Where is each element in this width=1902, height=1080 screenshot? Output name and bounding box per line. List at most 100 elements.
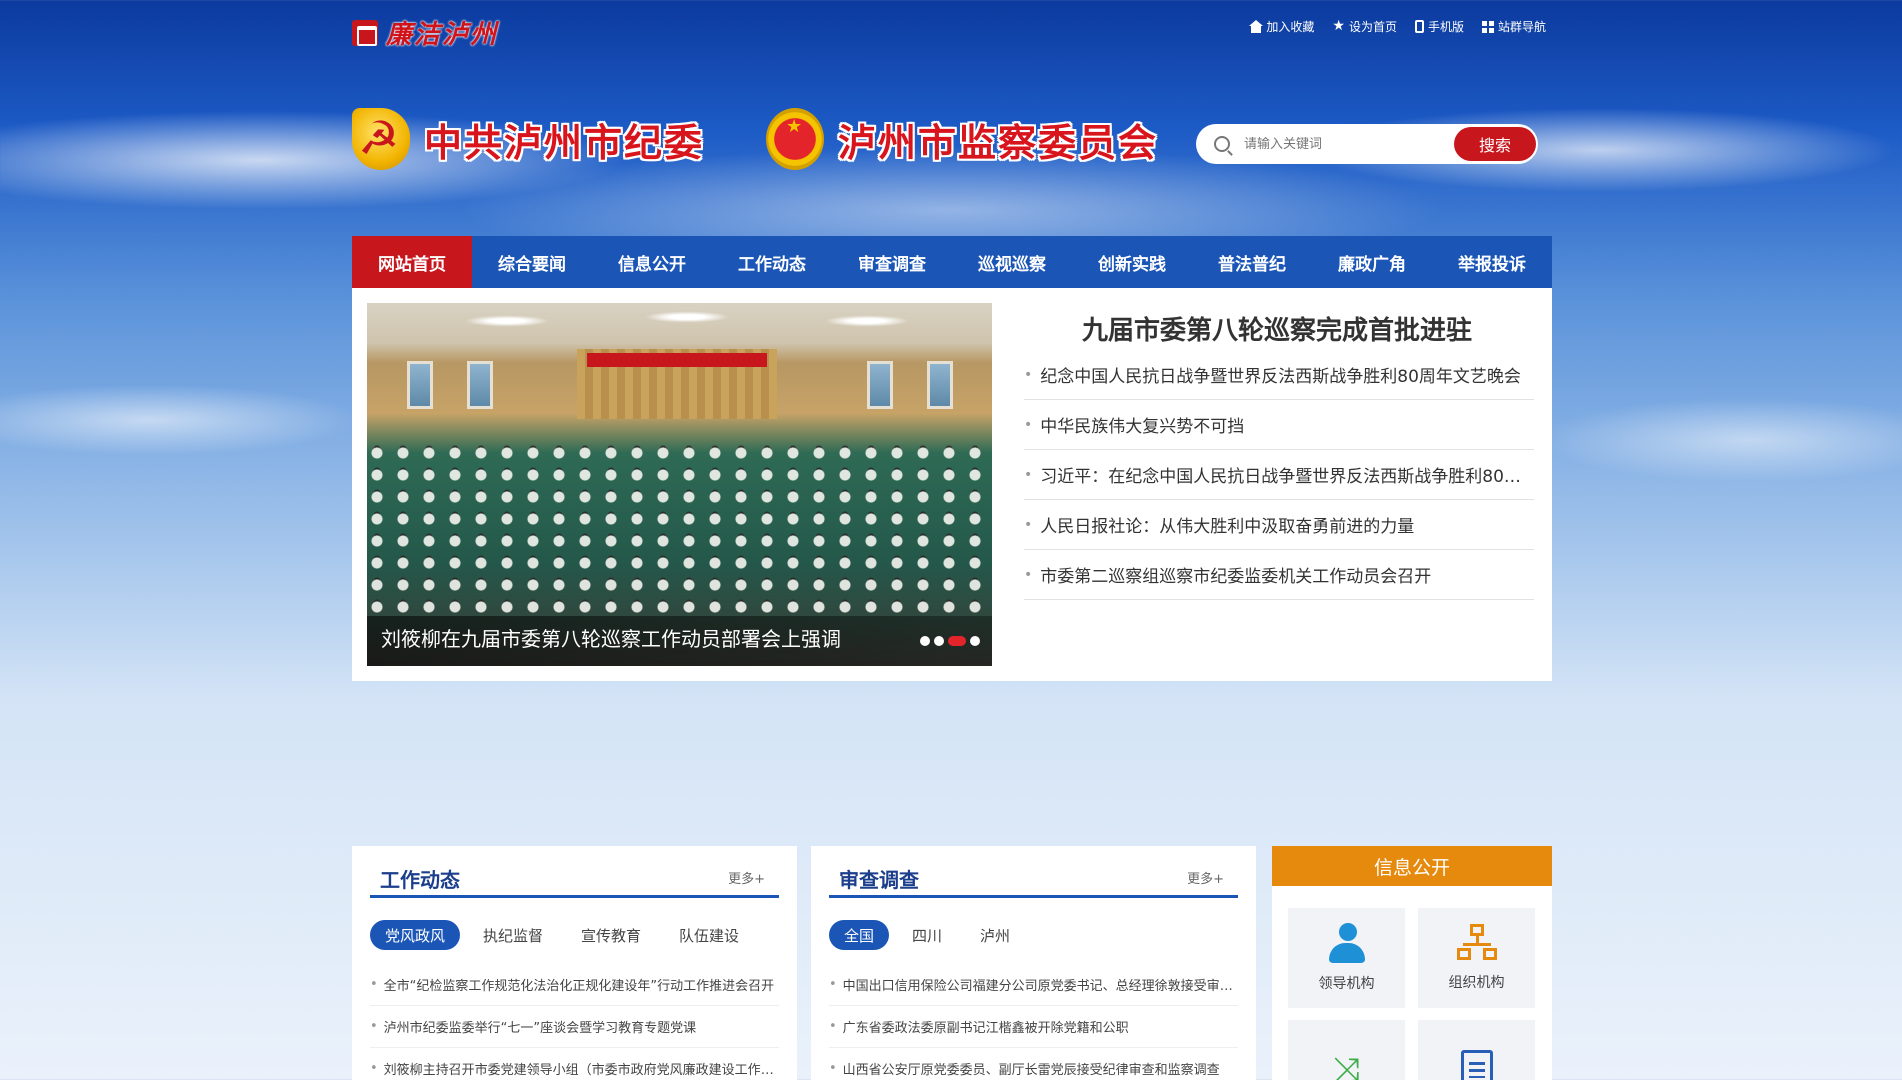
set-homepage-link[interactable]: ★ 设为首页	[1332, 18, 1397, 35]
add-favorite-link[interactable]: 加入收藏	[1249, 18, 1314, 35]
panel-header: 审查调查 更多+	[829, 862, 1238, 898]
bullet: •	[829, 977, 837, 992]
tile-shuffle[interactable]: ⤨	[1288, 1020, 1405, 1080]
tile-leadership[interactable]: 领导机构	[1288, 908, 1405, 1008]
slide-caption[interactable]: 刘筱柳在九届市委第八轮巡察工作动员部署会上强调	[381, 623, 891, 652]
tab-discipline-supervision[interactable]: 执纪监督	[468, 920, 558, 950]
nav-item-info-disclosure[interactable]: 信息公开	[592, 236, 712, 288]
info-disclosure-panel: 信息公开 领导机构 组织机构 ⤨	[1272, 846, 1552, 1080]
search-box: 搜索	[1196, 124, 1538, 164]
logo-mark-icon	[352, 19, 378, 46]
panel-header: 工作动态 更多+	[370, 862, 779, 898]
top-link-label: 设为首页	[1348, 20, 1397, 34]
meeting-crowd-image	[367, 443, 992, 613]
info-panel-title: 信息公开	[1272, 846, 1552, 886]
nav-item-innovation[interactable]: 创新实践	[1072, 236, 1192, 288]
news-item[interactable]: • 纪念中国人民抗日战争暨世界反法西斯战争胜利80周年文艺晚会	[1024, 350, 1534, 400]
home-icon	[1249, 20, 1264, 33]
panel-title: 工作动态	[380, 868, 460, 892]
panel-title: 审查调查	[839, 868, 919, 892]
nav-item-report[interactable]: 举报投诉	[1432, 236, 1552, 288]
work-updates-panel: 工作动态 更多+ 党风政风 执纪监督 宣传教育 队伍建设 • 全市“纪检监察工作规…	[352, 846, 797, 1080]
list-item[interactable]: • 广东省委政法委原副书记江楷鑫被开除党籍和公职	[829, 1006, 1238, 1048]
list-item[interactable]: • 全市“纪检监察工作规范化法治化正规化建设年”行动工作推进会召开	[370, 964, 779, 1006]
tab-sichuan[interactable]: 四川	[897, 920, 957, 950]
bullet: •	[1024, 416, 1033, 433]
site-logo[interactable]: 廉洁泸州	[352, 14, 498, 51]
person-icon	[1325, 923, 1369, 965]
window-image	[407, 361, 433, 409]
mobile-version-link[interactable]: 手机版	[1414, 18, 1464, 35]
carousel-slide[interactable]: 刘筱柳在九届市委第八轮巡察工作动员部署会上强调	[367, 303, 992, 666]
bullet: •	[1024, 566, 1033, 583]
nav-item-review-investigation[interactable]: 审查调查	[832, 236, 952, 288]
org-supervisory-commission[interactable]: 泸州市监察委员会	[766, 108, 1158, 170]
top-bar: 廉洁泸州 加入收藏 ★ 设为首页 手机版 站群导航	[352, 0, 1552, 56]
bullet: •	[829, 1061, 837, 1076]
more-link[interactable]: 更多+	[1187, 868, 1224, 887]
logo-text: 廉洁泸州	[386, 20, 499, 50]
nav-item-integrity-view[interactable]: 廉政广角	[1312, 236, 1432, 288]
star-icon: ★	[1332, 18, 1345, 34]
tile-organization[interactable]: 组织机构	[1418, 908, 1535, 1008]
review-news-list: • 中国出口信用保险公司福建分公司原党委书记、总经理徐敦接受审查调查 • 广东省委政…	[829, 964, 1238, 1080]
news-item[interactable]: • 习近平：在纪念中国人民抗日战争暨世界反法西斯战争胜利80周年大会上的讲话	[1024, 450, 1534, 500]
carousel-dot[interactable]	[934, 636, 944, 646]
bullet: •	[1024, 466, 1033, 483]
list-item[interactable]: • 泸州市纪委监委举行“七一”座谈会暨学习教育专题党课	[370, 1006, 779, 1048]
window-image	[867, 361, 893, 409]
tab-publicity-education[interactable]: 宣传教育	[566, 920, 656, 950]
list-item-title: 广东省委政法委原副书记江楷鑫被开除党籍和公职	[842, 1021, 1129, 1036]
tile-document[interactable]	[1418, 1020, 1535, 1080]
tab-luzhou[interactable]: 泸州	[965, 920, 1025, 950]
list-item-title: 泸州市纪委监委举行“七一”座谈会暨学习教育专题党课	[383, 1021, 697, 1036]
headline-link[interactable]: 九届市委第八轮巡察完成首批进驻	[1017, 310, 1537, 347]
list-item-title: 中国出口信用保险公司福建分公司原党委书记、总经理徐敦接受审查调查	[842, 979, 1238, 994]
list-item[interactable]: • 中国出口信用保险公司福建分公司原党委书记、总经理徐敦接受审查调查	[829, 964, 1238, 1006]
nav-item-inspection[interactable]: 巡视巡察	[952, 236, 1072, 288]
news-title: 习近平：在纪念中国人民抗日战争暨世界反法西斯战争胜利80周年大会上的讲话	[1040, 467, 1534, 487]
carousel-dot[interactable]	[970, 636, 980, 646]
top-link-label: 手机版	[1427, 20, 1464, 34]
site-group-nav-link[interactable]: 站群导航	[1481, 18, 1546, 35]
search-button[interactable]: 搜索	[1454, 127, 1536, 161]
carousel-dot-active[interactable]	[948, 636, 966, 646]
bullet: •	[1024, 516, 1033, 533]
party-emblem-icon	[352, 108, 410, 170]
tile-label: 领导机构	[1318, 976, 1375, 992]
org-name: 中共泸州市纪委	[424, 120, 705, 165]
review-investigation-panel: 审查调查 更多+ 全国 四川 泸州 • 中国出口信用保险公司福建分公司原党委书记、…	[811, 846, 1256, 1080]
more-link[interactable]: 更多+	[728, 868, 765, 887]
news-title: 市委第二巡察组巡察市纪委监委机关工作动员会召开	[1040, 567, 1432, 587]
org-chart-icon	[1456, 924, 1497, 964]
list-item-title: 山西省公安厅原党委委员、副厅长雷党辰接受纪律审查和监察调查	[842, 1063, 1220, 1078]
carousel-dot[interactable]	[920, 636, 930, 646]
bullet: •	[370, 1019, 378, 1034]
news-item[interactable]: • 人民日报社论：从伟大胜利中汲取奋勇前进的力量	[1024, 500, 1534, 550]
news-title: 人民日报社论：从伟大胜利中汲取奋勇前进的力量	[1040, 517, 1415, 537]
tab-national[interactable]: 全国	[829, 920, 890, 950]
list-item-title: 刘筱柳主持召开市委党建领导小组（市委市政府党风廉政建设工作领导小组）会议	[383, 1063, 779, 1078]
list-item[interactable]: • 山西省公安厅原党委委员、副厅长雷党辰接受纪律审查和监察调查	[829, 1048, 1238, 1080]
info-tiles: 领导机构 组织机构 ⤨	[1288, 908, 1535, 1080]
carousel-dots	[920, 636, 980, 646]
tab-team-building[interactable]: 队伍建设	[664, 920, 754, 950]
review-tabs: 全国 四川 泸州	[829, 920, 1025, 950]
bullet: •	[829, 1019, 837, 1034]
nav-item-home[interactable]: 网站首页	[352, 236, 472, 288]
work-news-list: • 全市“纪检监察工作规范化法治化正规化建设年”行动工作推进会召开 • 泸州市纪委监…	[370, 964, 779, 1080]
search-input[interactable]	[1244, 136, 1444, 152]
nav-item-work-updates[interactable]: 工作动态	[712, 236, 832, 288]
headline-news-list: • 纪念中国人民抗日战争暨世界反法西斯战争胜利80周年文艺晚会 • 中华民族伟大复兴…	[1024, 350, 1534, 600]
bullet: •	[370, 977, 378, 992]
nav-item-law-education[interactable]: 普法普纪	[1192, 236, 1312, 288]
mobile-icon	[1414, 20, 1424, 33]
list-item[interactable]: • 刘筱柳主持召开市委党建领导小组（市委市政府党风廉政建设工作领导小组）会议	[370, 1048, 779, 1080]
news-item[interactable]: • 市委第二巡察组巡察市纪委监委机关工作动员会召开	[1024, 550, 1534, 600]
news-item[interactable]: • 中华民族伟大复兴势不可挡	[1024, 400, 1534, 450]
window-image	[927, 361, 953, 409]
org-cpc-commission[interactable]: 中共泸州市纪委	[352, 108, 704, 170]
tab-party-style[interactable]: 党风政风	[370, 920, 461, 950]
nav-item-news[interactable]: 综合要闻	[472, 236, 592, 288]
list-item-title: 全市“纪检监察工作规范化法治化正规化建设年”行动工作推进会召开	[383, 979, 775, 994]
